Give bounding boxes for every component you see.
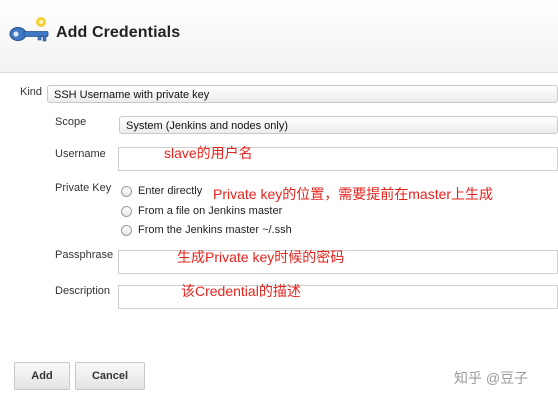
page-title: Add Credentials: [56, 24, 181, 41]
private-key-label: Private Key: [55, 182, 112, 194]
add-button[interactable]: Add: [14, 362, 70, 390]
kind-select[interactable]: SSH Username with private key: [47, 85, 558, 103]
radio-button[interactable]: [121, 185, 132, 197]
scope-label: Scope: [55, 116, 87, 128]
radio-enter-directly[interactable]: Enter directly: [121, 183, 202, 199]
kind-label: Kind: [20, 86, 43, 98]
radio-button[interactable]: [121, 224, 132, 236]
username-annotation: slave的用户名: [164, 145, 253, 161]
private-key-annotation: Private key的位置，需要提前在master上生成: [213, 186, 494, 202]
add-credentials-page: Add Credentials Kind SSH Username with p…: [0, 0, 558, 403]
passphrase-label: Passphrase: [55, 249, 114, 261]
radio-from-master-ssh[interactable]: From the Jenkins master ~/.ssh: [121, 222, 292, 238]
watermark: 知乎 @豆子: [454, 370, 529, 386]
description-annotation: 该Credential的描述: [181, 283, 301, 299]
page-header: Add Credentials: [0, 0, 558, 73]
cancel-button[interactable]: Cancel: [75, 362, 145, 390]
radio-from-file-on-master[interactable]: From a file on Jenkins master: [121, 203, 282, 219]
key-icon: [9, 17, 49, 42]
radio-label: From the Jenkins master ~/.ssh: [138, 224, 292, 236]
passphrase-annotation: 生成Private key时候的密码: [177, 249, 345, 265]
radio-button[interactable]: [121, 205, 132, 217]
radio-label: Enter directly: [138, 185, 203, 197]
radio-label: From a file on Jenkins master: [138, 205, 283, 217]
username-label: Username: [55, 148, 106, 160]
scope-select[interactable]: System (Jenkins and nodes only): [119, 116, 558, 134]
description-label: Description: [55, 285, 111, 297]
